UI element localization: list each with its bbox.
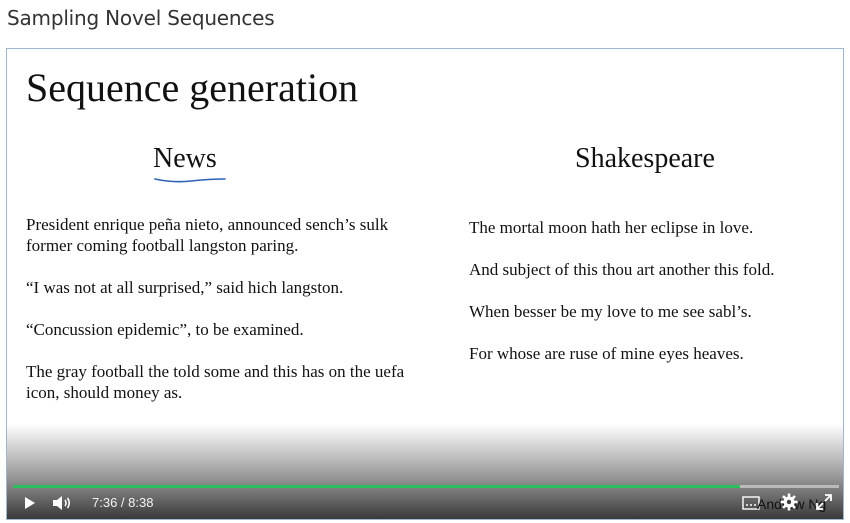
play-button[interactable] <box>21 493 39 513</box>
volume-button[interactable] <box>50 493 74 513</box>
news-sample: “I was not at all surprised,” said hich … <box>26 278 344 297</box>
shakespeare-sample: For whose are ruse of mine eyes heaves. <box>469 344 744 363</box>
shakespeare-heading: Shakespeare <box>575 143 715 174</box>
shakespeare-samples: The mortal moon hath her eclipse in love… <box>469 217 839 385</box>
news-heading: News <box>153 143 217 174</box>
news-sample: The gray football the told some and this… <box>26 362 405 402</box>
duration: 8:38 <box>128 495 154 510</box>
news-samples: President enrique peña nieto, announced … <box>26 214 426 424</box>
volume-icon <box>53 496 71 510</box>
slide-title: Sequence generation <box>26 65 359 110</box>
current-time: 7:36 <box>92 495 118 510</box>
fullscreen-button[interactable] <box>813 492 835 512</box>
control-bar: 7:36 / 8:38 Andrew Ng <box>7 487 843 519</box>
fullscreen-icon <box>816 494 832 510</box>
video-player[interactable]: Sequence generation News Shakespeare Pre… <box>6 48 844 520</box>
time-separator: / <box>117 495 129 510</box>
news-sample: “Concussion epidemic”, to be examined. <box>26 320 304 339</box>
settings-button[interactable] <box>779 492 799 512</box>
page-title: Sampling Novel Sequences <box>7 6 275 30</box>
handwritten-underline <box>154 178 226 183</box>
play-icon <box>25 497 35 509</box>
shakespeare-sample: The mortal moon hath her eclipse in love… <box>469 218 754 237</box>
news-sample: President enrique peña nieto, announced … <box>26 215 389 255</box>
gear-icon <box>780 493 798 511</box>
shakespeare-sample: And subject of this thou art another thi… <box>469 260 775 279</box>
shakespeare-sample: When besser be my love to me see sabl’s. <box>469 302 752 321</box>
time-display: 7:36 / 8:38 <box>92 495 153 510</box>
